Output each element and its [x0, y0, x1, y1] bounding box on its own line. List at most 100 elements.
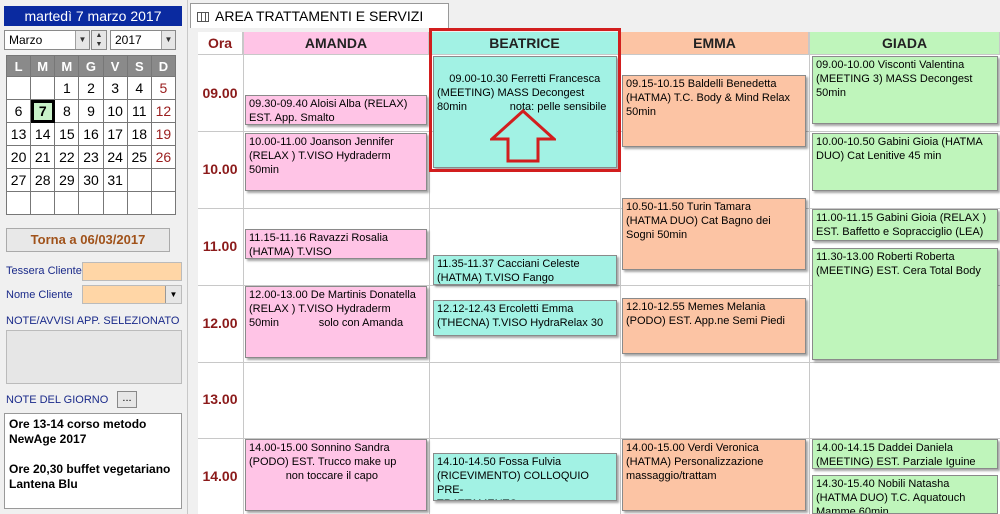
- calendar-day[interactable]: 19: [150, 122, 177, 146]
- appointment-amanda-1[interactable]: 09.30-09.40 Aloisi Alba (RELAX) EST. App…: [245, 95, 427, 125]
- year-select[interactable]: 2017 ▼: [110, 30, 176, 50]
- appointment-giada-2[interactable]: 10.00-10.50 Gabini Gioia (HATMA DUO) Cat…: [812, 133, 998, 191]
- tab-title: AREA TRATTAMENTI E SERVIZI: [215, 8, 424, 24]
- calendar-day: [150, 168, 177, 192]
- calendar-day[interactable]: 10: [102, 99, 128, 123]
- column-header-amanda[interactable]: AMANDA: [244, 32, 429, 54]
- calendar-day[interactable]: 11: [126, 99, 152, 123]
- calendar-day: [126, 168, 152, 192]
- weekday-header: S: [126, 55, 152, 77]
- appointment-beatrice-4[interactable]: 14.10-14.50 Fossa Fulvia (RICEVIMENTO) C…: [433, 453, 617, 501]
- month-select[interactable]: Marzo ▼: [4, 30, 90, 50]
- calendar-day[interactable]: 21: [30, 145, 56, 169]
- appointment-giada-4[interactable]: 11.30-13.00 Roberti Roberta (MEETING) ES…: [812, 248, 998, 360]
- calendar-day[interactable]: 12: [150, 99, 177, 123]
- hour-label: 14.00: [202, 468, 238, 484]
- appointment-giada-5[interactable]: 14.00-14.15 Daddei Daniela (MEETING) EST…: [812, 439, 998, 469]
- hour-label: 11.00: [202, 238, 238, 254]
- weekday-header: M: [54, 55, 80, 77]
- calendar-day[interactable]: 16: [78, 122, 104, 146]
- grid-line: [809, 32, 810, 514]
- calendar-day: [30, 191, 56, 215]
- column-header-emma[interactable]: EMMA: [621, 32, 809, 54]
- spin-up-icon[interactable]: ▲: [92, 31, 106, 40]
- hour-label: 09.00: [202, 85, 238, 101]
- calendar-day[interactable]: 17: [102, 122, 128, 146]
- appointment-emma-1[interactable]: 09.15-10.15 Baldelli Benedetta (HATMA) T…: [622, 75, 806, 147]
- calendar-day[interactable]: 15: [54, 122, 80, 146]
- month-value: Marzo: [9, 33, 43, 47]
- calendar-day[interactable]: 14: [30, 122, 56, 146]
- nome-field[interactable]: ▼: [82, 285, 182, 304]
- calendar-day[interactable]: 31: [102, 168, 128, 192]
- hour-label: 10.00: [202, 161, 238, 177]
- calendar-day: [5, 191, 32, 215]
- year-value: 2017: [115, 33, 142, 47]
- calendar-day[interactable]: 30: [78, 168, 104, 192]
- column-header-giada[interactable]: GIADA: [810, 32, 1000, 54]
- calendar-day: [5, 76, 32, 100]
- weekday-header: V: [102, 55, 128, 77]
- calendar-day: [150, 191, 177, 215]
- chevron-down-icon[interactable]: ▼: [75, 31, 89, 49]
- nome-label: Nome Cliente: [6, 289, 73, 301]
- grid-icon: [197, 12, 209, 22]
- grid-line: [198, 362, 1000, 363]
- calendar-day: [78, 191, 104, 215]
- hour-label: 13.00: [202, 391, 238, 407]
- calendar-day[interactable]: 22: [54, 145, 80, 169]
- current-date-header: martedì 7 marzo 2017: [4, 6, 182, 26]
- appointment-giada-6[interactable]: 14.30-15.40 Nobili Natasha (HATMA DUO) T…: [812, 475, 998, 514]
- appointment-beatrice-2[interactable]: 11.35-11.37 Cacciani Celeste (HATMA) T.V…: [433, 255, 617, 285]
- calendar-day[interactable]: 3: [102, 76, 128, 100]
- calendar-day[interactable]: 6: [5, 99, 32, 123]
- calendar-day[interactable]: 25: [126, 145, 152, 169]
- grid-line: [243, 32, 244, 514]
- tessera-field[interactable]: [82, 262, 182, 281]
- ora-header: Ora: [198, 32, 243, 54]
- calendar-day: [102, 191, 128, 215]
- note-giorno-label: NOTE DEL GIORNO: [6, 394, 109, 406]
- note-avvisi-box[interactable]: [6, 330, 182, 384]
- calendar-day[interactable]: 23: [78, 145, 104, 169]
- calendar-day[interactable]: 27: [5, 168, 32, 192]
- hour-label: 12.00: [202, 315, 238, 331]
- weekday-header: L: [5, 55, 32, 77]
- appointment-amanda-4[interactable]: 12.00-13.00 De Martinis Donatella (RELAX…: [245, 286, 427, 358]
- appointment-giada-3[interactable]: 11.00-11.15 Gabini Gioia (RELAX ) EST. B…: [812, 209, 998, 241]
- note-giorno-button[interactable]: ...: [117, 391, 137, 408]
- chevron-down-icon[interactable]: ▼: [165, 286, 181, 303]
- weekday-header: M: [30, 55, 56, 77]
- calendar-day[interactable]: 2: [78, 76, 104, 100]
- appointment-amanda-2[interactable]: 10.00-11.00 Joanson Jennifer (RELAX ) T.…: [245, 133, 427, 191]
- calendar-day[interactable]: 18: [126, 122, 152, 146]
- appointment-emma-4[interactable]: 14.00-15.00 Verdi Veronica (HATMA) Perso…: [622, 439, 806, 511]
- calendar-day: [54, 191, 80, 215]
- calendar-day[interactable]: 26: [150, 145, 177, 169]
- calendar-day[interactable]: 4: [126, 76, 152, 100]
- appointment-amanda-3[interactable]: 11.15-11.16 Ravazzi Rosalia (HATMA) T.VI…: [245, 229, 427, 259]
- month-spinner[interactable]: ▲ ▼: [91, 30, 107, 50]
- note-giorno-text[interactable]: Ore 13-14 corso metodo NewAge 2017 Ore 2…: [4, 413, 182, 509]
- note-avvisi-label: NOTE/AVVISI APP. SELEZIONATO: [6, 315, 180, 327]
- spin-down-icon[interactable]: ▼: [92, 40, 106, 49]
- appointment-giada-1[interactable]: 09.00-10.00 Visconti Valentina (MEETING …: [812, 56, 998, 124]
- back-to-date-button[interactable]: Torna a 06/03/2017: [6, 228, 170, 252]
- calendar-day[interactable]: 13: [5, 122, 32, 146]
- calendar-day[interactable]: 28: [30, 168, 56, 192]
- selected-appointment-highlight: [429, 28, 621, 172]
- calendar-day[interactable]: 5: [150, 76, 177, 100]
- calendar-day[interactable]: 7: [30, 99, 56, 123]
- calendar-day[interactable]: 24: [102, 145, 128, 169]
- appointment-amanda-5[interactable]: 14.00-15.00 Sonnino Sandra (PODO) EST. T…: [245, 439, 427, 511]
- calendar-day[interactable]: 9: [78, 99, 104, 123]
- calendar-day[interactable]: 1: [54, 76, 80, 100]
- appointment-beatrice-3[interactable]: 12.12-12.43 Ercoletti Emma (THECNA) T.VI…: [433, 300, 617, 336]
- appointment-emma-2[interactable]: 10.50-11.50 Turin Tamara (HATMA DUO) Cat…: [622, 198, 806, 270]
- area-tab[interactable]: AREA TRATTAMENTI E SERVIZI: [190, 3, 449, 28]
- calendar-day[interactable]: 8: [54, 99, 80, 123]
- calendar-day[interactable]: 20: [5, 145, 32, 169]
- appointment-emma-3[interactable]: 12.10-12.55 Memes Melania (PODO) EST. Ap…: [622, 298, 806, 354]
- calendar-day[interactable]: 29: [54, 168, 80, 192]
- chevron-down-icon[interactable]: ▼: [161, 31, 175, 49]
